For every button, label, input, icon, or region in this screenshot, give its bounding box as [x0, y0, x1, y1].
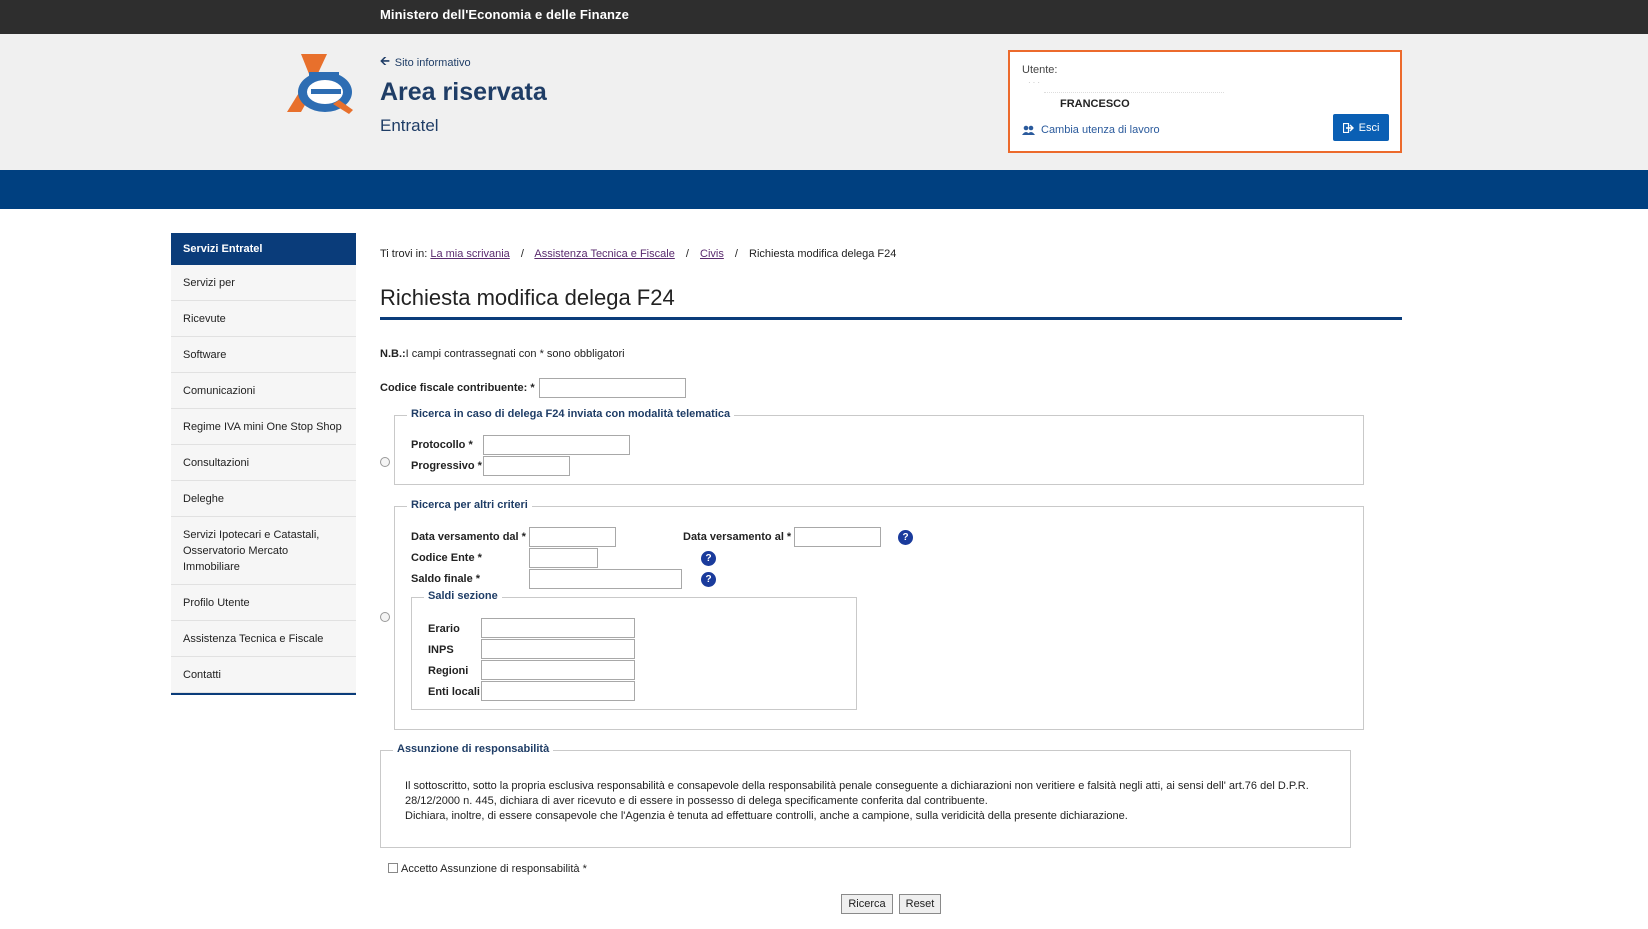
help-data-icon[interactable]: ? [898, 530, 913, 545]
user-label: Utente: [1022, 64, 1058, 76]
sidebar-item-deleghe[interactable]: Deleghe [171, 481, 356, 517]
saldo-finale-label: Saldo finale * [411, 573, 481, 585]
codice-fiscale-label: Codice fiscale contribuente: * [380, 382, 535, 394]
sidebar-item-regime-iva[interactable]: Regime IVA mini One Stop Shop [171, 409, 356, 445]
progressivo-label: Progressivo * [411, 460, 482, 472]
codice-fiscale-input[interactable] [539, 378, 686, 398]
responsabilita-line-2: Dichiara, inoltre, di essere consapevole… [405, 810, 1128, 822]
sidebar-item-servizi-per[interactable]: Servizi per [171, 265, 356, 301]
codice-ente-input[interactable] [529, 548, 598, 568]
saldo-finale-input[interactable] [529, 569, 682, 589]
radio-altri-criteri[interactable] [380, 612, 390, 622]
data-dal-input[interactable] [529, 527, 616, 547]
users-icon [1022, 125, 1035, 135]
legend-responsabilita: Assunzione di responsabilità [393, 743, 554, 755]
exit-button[interactable]: Esci [1333, 114, 1389, 141]
accept-label: Accetto Assunzione di responsabilità * [401, 863, 587, 875]
data-al-input[interactable] [794, 527, 881, 547]
help-codice-ente-icon[interactable]: ? [701, 551, 716, 566]
accept-checkbox[interactable] [388, 863, 398, 873]
required-note: N.B.:I campi contrassegnati con * sono o… [380, 348, 625, 360]
breadcrumb-link-civis[interactable]: Civis [700, 248, 724, 260]
sidebar-title: Servizi Entratel [171, 233, 356, 265]
sidebar-item-software[interactable]: Software [171, 337, 356, 373]
erario-label: Erario [428, 623, 460, 635]
data-dal-label: Data versamento dal * [411, 531, 526, 543]
legend-altri-criteri: Ricerca per altri criteri [407, 499, 532, 511]
protocollo-input[interactable] [483, 435, 630, 455]
reset-button[interactable]: Reset [899, 894, 941, 914]
header: 🡨 Sito informativo Area riservata Entrat… [0, 34, 1648, 170]
ministry-bar: Ministero dell'Economia e delle Finanze [0, 0, 1648, 34]
breadcrumb-separator: / [520, 248, 524, 260]
enti-locali-label: Enti locali [428, 686, 480, 698]
note-bold: N.B.: [380, 348, 406, 360]
breadcrumb-separator: / [734, 248, 738, 260]
page-title: Richiesta modifica delega F24 [380, 285, 675, 310]
blue-divider-bar [0, 170, 1648, 209]
responsabilita-text: Il sottoscritto, sotto la propria esclus… [405, 779, 1325, 824]
sidebar-item-assistenza[interactable]: Assistenza Tecnica e Fiscale [171, 621, 356, 657]
responsabilita-line-1: Il sottoscritto, sotto la propria esclus… [405, 780, 1309, 807]
sidebar: Servizi Entratel Servizi per Ricevute So… [171, 233, 356, 695]
fieldset-saldi-sezione: Saldi sezione Erario INPS Regioni Enti l… [411, 590, 857, 710]
breadcrumb-prefix: Ti trovi in: [380, 248, 428, 260]
sidebar-item-comunicazioni[interactable]: Comunicazioni [171, 373, 356, 409]
fieldset-telematica: Ricerca in caso di delega F24 inviata co… [394, 408, 1364, 485]
area-title: Area riservata [380, 78, 547, 106]
sidebar-item-consultazioni[interactable]: Consultazioni [171, 445, 356, 481]
site-info-link[interactable]: 🡨 Sito informativo [380, 52, 471, 73]
erario-input[interactable] [481, 618, 635, 638]
inps-input[interactable] [481, 639, 635, 659]
ministry-name: Ministero dell'Economia e delle Finanze [380, 7, 629, 22]
data-al-label: Data versamento al * [683, 531, 792, 543]
user-name: FRANCESCO [1060, 98, 1130, 110]
user-box: Utente: ··· FRANCESCO Cambia utenza di l… [1008, 50, 1402, 153]
area-subtitle: Entratel [380, 116, 439, 135]
regioni-label: Regioni [428, 665, 469, 677]
sidebar-item-servizi-ipotecari[interactable]: Servizi Ipotecari e Catastali, Osservato… [171, 517, 356, 585]
breadcrumb: Ti trovi in: La mia scrivania / Assisten… [380, 248, 896, 260]
breadcrumb-link-scrivania[interactable]: La mia scrivania [430, 248, 509, 260]
fieldset-altri-criteri: Ricerca per altri criteri Data versament… [394, 499, 1364, 730]
help-saldo-icon[interactable]: ? [701, 572, 716, 587]
regioni-input[interactable] [481, 660, 635, 680]
sidebar-item-profilo-utente[interactable]: Profilo Utente [171, 585, 356, 621]
enti-locali-input[interactable] [481, 681, 635, 701]
radio-telematica[interactable] [380, 457, 390, 467]
breadcrumb-separator: / [685, 248, 689, 260]
progressivo-input[interactable] [483, 456, 570, 476]
note-text: I campi contrassegnati con * sono obblig… [405, 348, 625, 360]
codice-ente-label: Codice Ente * [411, 552, 482, 564]
site-info-label: Sito informativo [394, 56, 471, 69]
fieldset-responsabilita: Assunzione di responsabilità Il sottoscr… [380, 743, 1351, 848]
sidebar-item-ricevute[interactable]: Ricevute [171, 301, 356, 337]
user-divider [1044, 92, 1224, 93]
search-button[interactable]: Ricerca [841, 894, 893, 914]
title-underline [380, 317, 1402, 320]
legend-telematica: Ricerca in caso di delega F24 inviata co… [407, 408, 735, 420]
arrow-left-icon: 🡨 [380, 54, 390, 68]
masked-dots-decoration: ··· [1028, 78, 1042, 87]
legend-saldi-sezione: Saldi sezione [424, 590, 502, 602]
breadcrumb-link-assistenza[interactable]: Assistenza Tecnica e Fiscale [534, 248, 674, 260]
breadcrumb-current: Richiesta modifica delega F24 [749, 248, 897, 260]
protocollo-label: Protocollo * [411, 439, 473, 451]
agenzia-entrate-logo-icon [287, 54, 353, 114]
change-user-link[interactable]: Cambia utenza di lavoro [1022, 124, 1160, 136]
inps-label: INPS [428, 644, 454, 656]
change-user-label: Cambia utenza di lavoro [1041, 124, 1160, 136]
sidebar-item-contatti[interactable]: Contatti [171, 657, 356, 693]
exit-label: Esci [1358, 121, 1380, 134]
sign-out-icon [1342, 122, 1354, 133]
